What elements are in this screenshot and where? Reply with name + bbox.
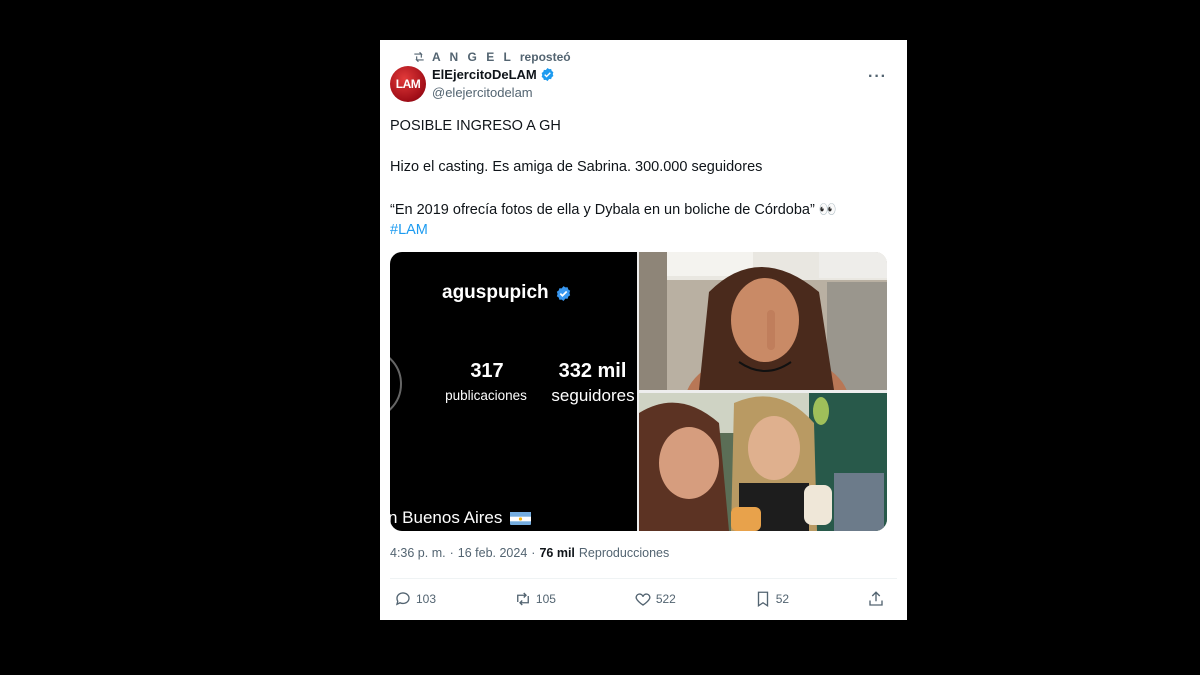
media-image-selfie[interactable] xyxy=(639,252,887,390)
friends-photo xyxy=(639,393,887,531)
argentina-flag-icon xyxy=(510,511,532,525)
author-display-name[interactable]: ElEjercitoDeLAM xyxy=(432,67,555,82)
tweet-metadata: 4:36 p. m. · 16 feb. 2024 · 76 mil Repro… xyxy=(390,546,669,560)
media-image-instagram-profile[interactable]: aguspupich 317 publicaciones 332 mil seg… xyxy=(390,252,637,531)
tweet-card[interactable]: A N G E L reposteó LAM ElEjercitoDeLAM @… xyxy=(380,40,907,620)
repost-button[interactable]: 105 xyxy=(514,590,556,608)
repost-verb: reposteó xyxy=(519,50,571,64)
bookmark-count: 52 xyxy=(775,592,790,606)
tweet-time[interactable]: 4:36 p. m. xyxy=(390,546,446,560)
author-handle[interactable]: @elejercitodelam xyxy=(432,85,555,100)
action-bar: 103 105 522 52 xyxy=(394,589,885,609)
ig-verified-icon xyxy=(556,285,570,301)
views-count: 76 mil xyxy=(539,546,575,560)
tweet-text-line-3: “En 2019 ofrecía fotos de ella y Dybala … xyxy=(390,202,837,218)
ig-location-text: n Buenos Aires xyxy=(390,508,503,527)
ig-username: aguspupich xyxy=(442,282,572,304)
author-block[interactable]: ElEjercitoDeLAM @elejercitodelam xyxy=(432,67,555,100)
profile-ring xyxy=(390,348,402,420)
ig-posts-count: 317 xyxy=(470,360,504,382)
more-options-button[interactable]: ··· xyxy=(868,68,887,86)
share-button[interactable] xyxy=(867,590,885,608)
repost-action-icon xyxy=(516,592,529,606)
like-button[interactable]: 522 xyxy=(634,590,676,608)
heart-icon xyxy=(635,593,651,606)
repost-icon xyxy=(414,51,424,63)
hashtag-link[interactable]: #LAM xyxy=(390,220,890,240)
reply-icon xyxy=(395,592,410,606)
bookmark-icon xyxy=(757,591,768,608)
like-count: 522 xyxy=(655,592,676,606)
tweet-text-line-2: Hizo el casting. Es amiga de Sabrina. 30… xyxy=(390,159,763,175)
meta-separator: · xyxy=(449,546,454,560)
media-image-two-friends[interactable] xyxy=(639,393,887,531)
views-label: Reproducciones xyxy=(578,546,670,560)
tweet-text-line-1: POSIBLE INGRESO A GH xyxy=(390,118,561,134)
ig-location: n Buenos Aires xyxy=(390,508,532,528)
bookmark-button[interactable]: 52 xyxy=(754,590,789,608)
reply-button[interactable]: 103 xyxy=(394,590,436,608)
avatar-logo-text: LAM xyxy=(395,77,421,91)
verified-badge-icon xyxy=(541,67,554,82)
tweet-date[interactable]: 16 feb. 2024 xyxy=(458,546,528,560)
share-icon xyxy=(869,591,883,606)
avatar[interactable]: LAM xyxy=(390,66,426,102)
media-grid[interactable]: aguspupich 317 publicaciones 332 mil seg… xyxy=(390,252,887,531)
ig-username-text: aguspupich xyxy=(442,282,549,303)
ig-followers-count: 332 mil xyxy=(558,360,627,382)
author-name-text[interactable]: ElEjercitoDeLAM xyxy=(432,67,537,82)
ig-posts-label: publicaciones xyxy=(445,388,527,403)
selfie-photo xyxy=(639,252,887,390)
repost-indicator[interactable]: A N G E L reposteó xyxy=(412,49,571,65)
ig-followers-label: seguidores xyxy=(551,386,635,405)
reply-count: 103 xyxy=(416,592,437,606)
action-divider xyxy=(390,578,897,579)
reposter-name[interactable]: A N G E L xyxy=(432,50,514,64)
meta-separator-2: · xyxy=(531,546,536,560)
repost-count: 105 xyxy=(535,592,556,606)
